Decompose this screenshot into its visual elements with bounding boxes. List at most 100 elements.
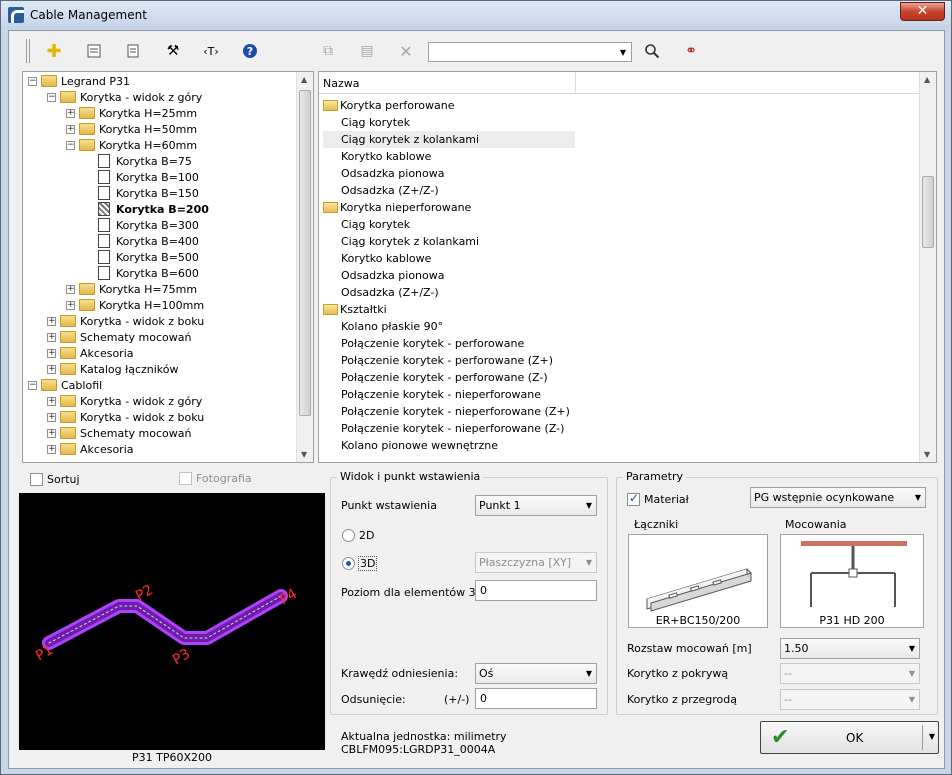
list-item[interactable]: Odsadzka (Z+/Z-) bbox=[323, 182, 439, 199]
scroll-up-icon[interactable]: ▲ bbox=[301, 75, 307, 84]
tree-item[interactable]: + Korytka - widok z boku bbox=[47, 313, 204, 329]
collapse-icon[interactable]: − bbox=[28, 76, 37, 86]
delete-icon[interactable]: ✕ bbox=[394, 39, 418, 63]
spacing-select[interactable]: 1.50 ▼ bbox=[780, 638, 920, 659]
list-item[interactable]: Kolano pionowe wewnętrzne bbox=[323, 437, 498, 454]
search-icon[interactable] bbox=[640, 39, 664, 63]
tree-item[interactable]: Korytka B=75 bbox=[98, 153, 192, 169]
tree-item[interactable]: Korytka B=600 bbox=[98, 265, 199, 281]
expand-icon[interactable]: + bbox=[47, 316, 56, 326]
chevron-down-icon[interactable]: ▼ bbox=[615, 43, 631, 61]
tree-item[interactable]: + Akcesoria bbox=[47, 345, 134, 361]
list-item[interactable]: Połączenie korytek - nieperforowane bbox=[323, 386, 541, 403]
list-item[interactable]: Połączenie korytek - perforowane (Z-) bbox=[323, 369, 548, 386]
expand-icon[interactable]: + bbox=[66, 124, 75, 134]
help-icon[interactable]: ? bbox=[238, 39, 262, 63]
column-header-name[interactable]: Nazwa bbox=[323, 77, 359, 90]
expand-icon[interactable]: + bbox=[47, 348, 56, 358]
list-scroll-thumb[interactable] bbox=[922, 176, 934, 248]
search-input[interactable] bbox=[429, 43, 609, 61]
toolbar-grip-icon[interactable] bbox=[26, 39, 30, 63]
expand-icon[interactable]: + bbox=[66, 300, 75, 310]
tree-item[interactable]: Korytka B=200 bbox=[98, 201, 209, 217]
collapse-icon[interactable]: − bbox=[47, 92, 56, 102]
tree-item[interactable]: Korytka B=500 bbox=[98, 249, 199, 265]
list-item[interactable]: Korytko kablowe bbox=[323, 250, 431, 267]
tree-item[interactable]: + Korytka H=25mm bbox=[66, 105, 197, 121]
edit-list-icon[interactable]: ▤ bbox=[355, 39, 379, 63]
tree-item[interactable]: + Korytka - widok z boku bbox=[47, 409, 204, 425]
tree-item[interactable]: + Korytka H=100mm bbox=[66, 297, 204, 313]
connector-thumbnail[interactable]: ER+BC150/200 bbox=[628, 534, 768, 628]
add-icon[interactable]: ✚ bbox=[42, 39, 66, 63]
tree-item[interactable]: + Korytka H=50mm bbox=[66, 121, 197, 137]
list-item[interactable]: Połączenie korytek - perforowane (Z+) bbox=[323, 352, 553, 369]
divider-select[interactable]: -- ▼ bbox=[780, 689, 920, 710]
list-item[interactable]: Połączenie korytek - nieperforowane (Z-) bbox=[323, 420, 564, 437]
tree-item[interactable]: Korytka B=100 bbox=[98, 169, 199, 185]
list-item[interactable]: Odsadzka pionowa bbox=[323, 165, 445, 182]
search-combo[interactable]: ▼ bbox=[428, 42, 632, 62]
close-button[interactable]: ✕ bbox=[900, 2, 945, 21]
mount-thumbnail[interactable]: P31 HD 200 bbox=[780, 534, 924, 628]
tree-scrollbar[interactable]: ▲ ▼ bbox=[296, 72, 313, 462]
tools-icon[interactable]: ⚒ bbox=[161, 39, 185, 63]
list-item[interactable]: Ciąg korytek z kolankami bbox=[323, 131, 575, 148]
expand-icon[interactable]: + bbox=[47, 364, 56, 374]
list-item[interactable]: Korytko kablowe bbox=[323, 148, 431, 165]
scroll-down-icon[interactable]: ▼ bbox=[924, 450, 930, 459]
ok-button[interactable]: ✔ OK ▼ bbox=[760, 721, 939, 754]
title-bar[interactable]: Cable Management ✕ bbox=[1, 1, 951, 29]
reference-edge-select[interactable]: Oś ▼ bbox=[475, 663, 597, 684]
tree-item[interactable]: Korytka B=400 bbox=[98, 233, 199, 249]
insertion-point-select[interactable]: Punkt 1 ▼ bbox=[475, 495, 597, 516]
binoculars-icon[interactable]: ⚭ bbox=[679, 39, 703, 63]
radio-2d[interactable] bbox=[342, 529, 355, 542]
expand-icon[interactable]: + bbox=[66, 284, 75, 294]
list-item[interactable]: Połączenie korytek - nieperforowane (Z+) bbox=[323, 403, 570, 420]
tree-item[interactable]: + Korytka - widok z góry bbox=[47, 393, 202, 409]
copy-icon[interactable]: ⧉ bbox=[316, 39, 340, 63]
cover-select[interactable]: -- ▼ bbox=[780, 663, 920, 684]
catalog-tree[interactable]: − Legrand P31− Korytka - widok z góry + Kory… bbox=[22, 71, 314, 463]
photo-checkbox[interactable] bbox=[179, 472, 192, 485]
expand-icon[interactable]: + bbox=[66, 108, 75, 118]
element-list[interactable]: Nazwa Korytka perforowane Ciąg korytek Cią… bbox=[318, 71, 937, 463]
tree-item[interactable]: − Korytka - widok z góry bbox=[47, 89, 202, 105]
list-item[interactable]: Kształtki bbox=[323, 301, 387, 318]
material-checkbox[interactable] bbox=[627, 491, 640, 506]
photo-checkbox-row[interactable]: Fotografia bbox=[179, 472, 252, 485]
tree-item[interactable]: + Akcesoria bbox=[47, 441, 134, 457]
plane-select[interactable]: Płaszczyzna [XY] ▼ bbox=[475, 552, 597, 573]
tree-scroll-thumb[interactable] bbox=[299, 90, 311, 416]
column-separator[interactable] bbox=[575, 72, 576, 94]
list-item[interactable]: Ciąg korytek bbox=[323, 114, 410, 131]
expand-icon[interactable]: + bbox=[47, 428, 56, 438]
sort-checkbox[interactable] bbox=[30, 473, 43, 486]
list-item[interactable]: Korytka nieperforowane bbox=[323, 199, 471, 216]
tree-item[interactable]: + Korytka H=75mm bbox=[66, 281, 197, 297]
tree-item[interactable]: + Schematy mocowań bbox=[47, 425, 191, 441]
list-item[interactable]: Odsadzka pionowa bbox=[323, 267, 445, 284]
expand-icon[interactable]: + bbox=[47, 444, 56, 454]
list-scrollbar[interactable]: ▲ ▼ bbox=[919, 72, 936, 462]
scroll-up-icon[interactable]: ▲ bbox=[924, 75, 930, 84]
radio-3d[interactable] bbox=[342, 557, 355, 570]
tree-item[interactable]: − Cablofil bbox=[28, 377, 102, 393]
tree-item[interactable]: − Legrand P31 bbox=[28, 73, 130, 89]
document-icon[interactable] bbox=[121, 39, 145, 63]
tree-item[interactable]: + Schematy mocowań bbox=[47, 329, 191, 345]
expand-icon[interactable]: + bbox=[47, 332, 56, 342]
text-tag-icon[interactable]: ‹T› bbox=[199, 39, 223, 63]
material-select[interactable]: PG wstępnie ocynkowane ▼ bbox=[750, 487, 926, 508]
material-checkbox-row[interactable]: Materiał bbox=[627, 491, 689, 506]
chevron-down-icon[interactable]: ▼ bbox=[929, 732, 935, 741]
list-item[interactable]: Kolano płaskie 90° bbox=[323, 318, 443, 335]
collapse-icon[interactable]: − bbox=[66, 140, 75, 150]
expand-icon[interactable]: + bbox=[47, 396, 56, 406]
list-item[interactable]: Ciąg korytek bbox=[323, 216, 410, 233]
properties-icon[interactable] bbox=[82, 39, 106, 63]
tree-item[interactable]: Korytka B=300 bbox=[98, 217, 199, 233]
tree-item[interactable]: − Korytka H=60mm bbox=[66, 137, 197, 153]
sort-checkbox-row[interactable]: Sortuj bbox=[30, 473, 80, 486]
